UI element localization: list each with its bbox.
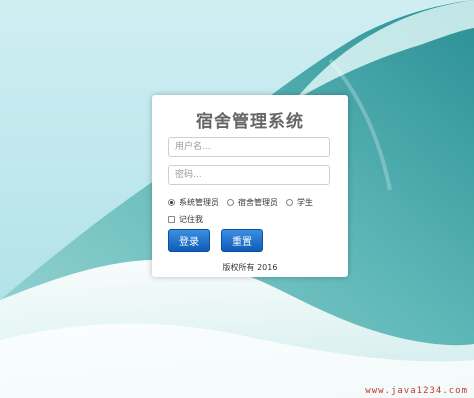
role-radio-sysadmin[interactable]: 系统管理员 <box>168 197 219 208</box>
app-title: 宿舍管理系统 <box>196 112 304 132</box>
checkbox[interactable] <box>168 215 175 223</box>
radio-button[interactable] <box>286 198 293 206</box>
role-radio-group: 系统管理员 宿舍管理员 学生 <box>168 196 321 208</box>
role-radio-dorm-admin[interactable]: 宿舍管理员 <box>227 197 278 208</box>
remember-me-checkbox[interactable]: 记住我 <box>168 213 203 225</box>
role-label: 宿舍管理员 <box>238 197 278 207</box>
role-radio-student[interactable]: 学生 <box>286 197 313 208</box>
radio-button[interactable] <box>227 198 234 206</box>
role-label: 学生 <box>297 197 313 207</box>
login-button[interactable]: 登录 <box>168 229 210 252</box>
remember-label: 记住我 <box>179 214 203 224</box>
copyright-text: 版权所有 2016 <box>222 263 278 272</box>
site-watermark: www.java1234.com <box>365 386 468 396</box>
password-input[interactable] <box>168 165 330 185</box>
username-input[interactable] <box>168 137 330 157</box>
login-panel: 宿舍管理系统 系统管理员 宿舍管理员 学生 记住我 登录 重置 版权所有 201… <box>152 95 348 277</box>
reset-button[interactable]: 重置 <box>221 229 263 252</box>
radio-button[interactable] <box>168 198 175 206</box>
role-label: 系统管理员 <box>179 197 219 207</box>
